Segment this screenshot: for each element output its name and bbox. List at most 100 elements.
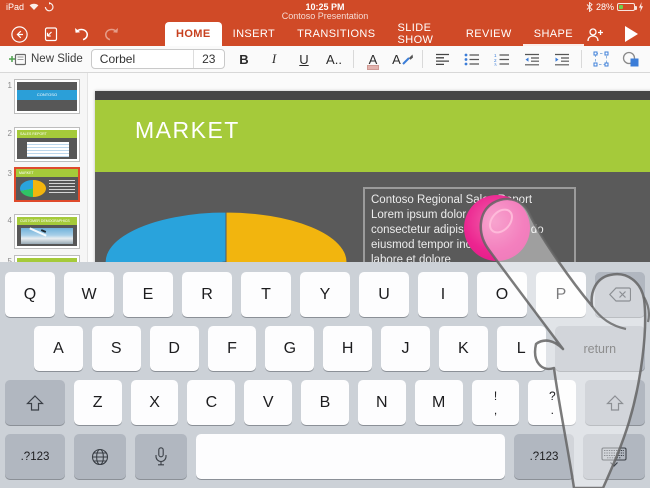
bulleted-list-icon — [464, 53, 480, 66]
shapes-button[interactable] — [620, 48, 642, 70]
outdent-icon — [524, 53, 540, 66]
slide-thumbnail-3-selected[interactable]: MARKET — [14, 167, 80, 202]
thumb-number: 2 — [3, 129, 12, 138]
key-r[interactable]: R — [182, 272, 232, 317]
key-m[interactable]: M — [415, 380, 463, 425]
key-g[interactable]: G — [265, 326, 314, 371]
pie-slice-blue — [105, 212, 226, 262]
key-backspace[interactable] — [595, 272, 645, 317]
keyboard-row-2: A S D F G H J K L return — [5, 326, 645, 371]
key-return[interactable]: return — [555, 326, 645, 371]
tab-review[interactable]: REVIEW — [455, 22, 523, 46]
key-o[interactable]: O — [477, 272, 527, 317]
align-button[interactable] — [431, 48, 453, 70]
font-color-button[interactable]: A — [362, 48, 384, 70]
key-globe[interactable] — [74, 434, 126, 479]
battery-icon — [617, 3, 635, 11]
key-c[interactable]: C — [187, 380, 235, 425]
touch-indicator-dot — [464, 195, 530, 261]
new-slide-button[interactable]: New Slide — [8, 52, 83, 67]
thumb-number: 3 — [3, 169, 12, 178]
slide-top-strip — [95, 91, 650, 100]
underline-button[interactable]: U — [293, 48, 315, 70]
tab-home[interactable]: HOME — [165, 22, 222, 46]
shift-icon — [606, 395, 624, 411]
key-s[interactable]: S — [92, 326, 141, 371]
brush-icon — [402, 53, 414, 65]
thumb1-title: CONTOSO — [17, 90, 77, 100]
slide-thumbnail-4[interactable]: CUSTOMER DEMOGRAPHICS — [14, 214, 80, 249]
keyboard-row-1: Q W E R T Y U I O P — [5, 272, 645, 317]
key-space[interactable] — [196, 434, 505, 479]
key-dismiss-keyboard[interactable] — [583, 434, 645, 479]
ribbon: HOME INSERT TRANSITIONS SLIDE SHOW REVIE… — [0, 22, 650, 46]
current-slide[interactable]: MARKET Contoso Regional Sales Report Lor… — [95, 91, 650, 262]
key-z[interactable]: Z — [74, 380, 122, 425]
keyboard-dismiss-icon — [601, 447, 627, 467]
thumb-number: 1 — [3, 81, 12, 90]
indent-button[interactable] — [551, 48, 573, 70]
thumb4-photo — [21, 228, 73, 244]
key-a[interactable]: A — [34, 326, 83, 371]
key-h[interactable]: H — [323, 326, 372, 371]
key-question-period[interactable]: ? . — [528, 380, 576, 425]
key-i[interactable]: I — [418, 272, 468, 317]
thumb3-title: MARKET — [16, 169, 78, 177]
key-exclaim-comma[interactable]: ! , — [472, 380, 520, 425]
ribbon-tabs: HOME INSERT TRANSITIONS SLIDE SHOW REVIE… — [165, 22, 584, 46]
key-shift-left[interactable] — [5, 380, 65, 425]
toolbar-separator — [581, 50, 582, 68]
key-mic[interactable] — [135, 434, 187, 479]
key-t[interactable]: T — [241, 272, 291, 317]
share-people-button[interactable] — [584, 23, 606, 45]
outdent-button[interactable] — [521, 48, 543, 70]
tab-insert[interactable]: INSERT — [222, 22, 287, 46]
key-x[interactable]: X — [131, 380, 179, 425]
bullets-button[interactable] — [461, 48, 483, 70]
new-slide-label: New Slide — [31, 53, 83, 65]
redo-button[interactable] — [101, 23, 123, 45]
back-icon — [11, 26, 28, 43]
shift-icon — [26, 395, 44, 411]
back-button[interactable] — [8, 23, 30, 45]
text-box-button[interactable] — [590, 48, 612, 70]
numbering-button[interactable]: 1 2 3 — [491, 48, 513, 70]
key-y[interactable]: Y — [300, 272, 350, 317]
slide-thumbnail-2[interactable]: SALES REPORT — [14, 127, 80, 162]
backspace-icon — [609, 287, 631, 302]
slide-thumbnail-1[interactable]: CONTOSO — [14, 79, 80, 114]
key-q[interactable]: Q — [5, 272, 55, 317]
pie-slice-yellow — [226, 212, 347, 262]
key-b[interactable]: B — [301, 380, 349, 425]
key-numbers-right[interactable]: .?123 — [514, 434, 574, 479]
tab-transitions[interactable]: TRANSITIONS — [286, 22, 386, 46]
key-numbers-left[interactable]: .?123 — [5, 434, 65, 479]
key-d[interactable]: D — [150, 326, 199, 371]
highlight-button[interactable]: A — [392, 48, 414, 70]
key-n[interactable]: N — [358, 380, 406, 425]
key-l[interactable]: L — [497, 326, 546, 371]
font-size-field[interactable]: 23 — [193, 50, 224, 68]
key-e[interactable]: E — [123, 272, 173, 317]
key-w[interactable]: W — [64, 272, 114, 317]
tab-shape[interactable]: SHAPE — [523, 22, 584, 46]
bold-button[interactable]: B — [233, 48, 255, 70]
key-k[interactable]: K — [439, 326, 488, 371]
key-f[interactable]: F — [208, 326, 257, 371]
slide-thumbnail-5[interactable] — [14, 255, 80, 262]
key-v[interactable]: V — [244, 380, 292, 425]
share-file-button[interactable] — [39, 23, 61, 45]
undo-button[interactable] — [70, 23, 92, 45]
play-slideshow-button[interactable] — [620, 23, 642, 45]
key-u[interactable]: U — [359, 272, 409, 317]
key-p[interactable]: P — [536, 272, 586, 317]
slide-canvas: MARKET Contoso Regional Sales Report Lor… — [88, 73, 650, 262]
font-name-field[interactable]: Corbel — [92, 52, 193, 66]
tab-slide-show[interactable]: SLIDE SHOW — [387, 22, 455, 46]
italic-button[interactable]: I — [263, 48, 285, 70]
key-j[interactable]: J — [381, 326, 430, 371]
more-formatting-button[interactable]: A.. — [323, 48, 345, 70]
slide-title-text[interactable]: MARKET — [135, 117, 240, 144]
key-shift-right[interactable] — [585, 380, 645, 425]
globe-icon — [91, 448, 109, 466]
